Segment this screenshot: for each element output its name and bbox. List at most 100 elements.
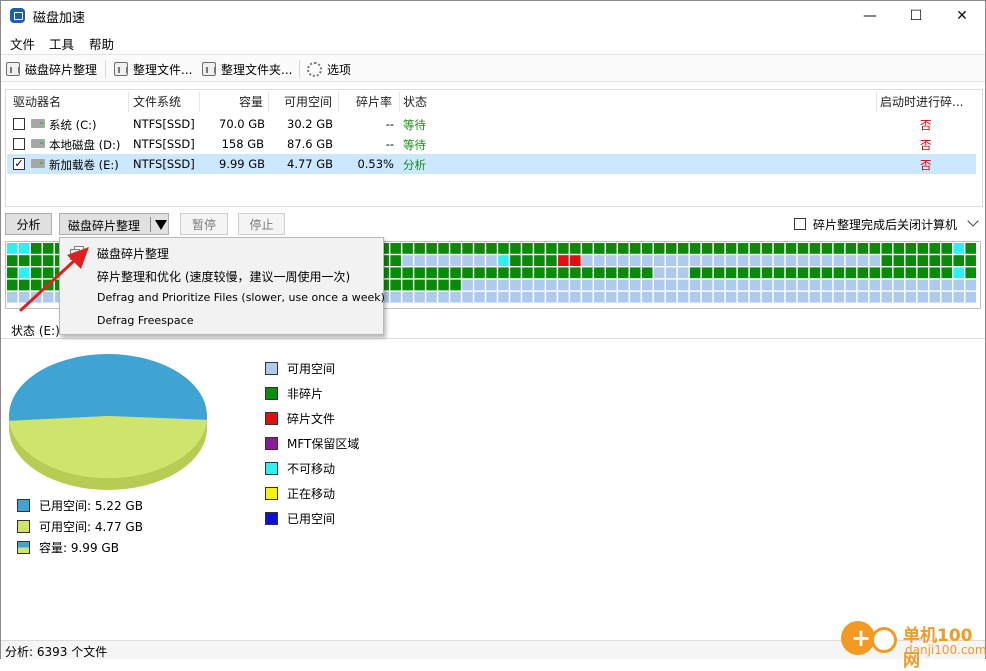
drive-boot[interactable]: 否 [920,157,932,173]
disk-block [677,267,689,279]
disk-block [546,255,557,266]
col-header-capacity[interactable]: 容量 [239,90,263,114]
legend-label: 容量: 9.99 GB [39,540,119,555]
disk-block [761,279,773,291]
drive-capacity: 9.99 GB [219,157,266,171]
toolbar-defrag-file-button[interactable]: 整理文件... [114,59,192,79]
dropdown-arrow-icon[interactable] [155,220,167,230]
toolbar-options-button[interactable]: 选项 [307,59,351,79]
disk-block [582,291,593,303]
disk-block [929,291,941,303]
dropdown-item-defrag-optimize[interactable]: 碎片整理和优化 (速度较慢，建议一周使用一次) [97,268,350,285]
title-bar[interactable]: 磁盘加速 — ☐ ✕ [1,1,985,31]
disk-block [785,255,797,266]
disk-block [474,243,485,254]
disk-block [797,243,809,254]
col-divider[interactable] [876,92,877,112]
disk-block [665,267,677,279]
legend-label: 已用空间: 5.22 GB [39,498,143,513]
dropdown-item-defrag[interactable]: 磁盘碎片整理 [97,245,169,262]
col-divider[interactable] [199,92,200,112]
disk-block [426,267,437,279]
disk-block [905,291,917,303]
row-checkbox[interactable] [13,118,25,130]
disk-block [833,279,845,291]
disk-block [582,243,593,254]
drive-capacity: 70.0 GB [219,117,266,131]
disk-block [414,243,425,254]
shutdown-checkbox[interactable] [794,218,806,230]
col-divider[interactable] [128,92,129,112]
menu-help[interactable]: 帮助 [89,34,114,53]
col-header-status[interactable]: 状态 [403,90,427,114]
toolbar-defrag-folder-button[interactable]: 整理文件夹... [202,59,292,79]
table-row-selected[interactable]: ✓ 新加载卷 (E:) NTFS[SSD] 9.99 GB 4.77 GB 0.… [7,154,976,174]
legend-swatch [17,540,30,554]
chevron-down-icon[interactable] [967,215,979,227]
drive-status: 等待 [403,118,426,132]
disk-block [558,291,569,303]
defrag-icon [6,62,20,76]
col-header-fs[interactable]: 文件系统 [133,90,181,114]
disk-block [737,243,749,254]
close-button[interactable]: ✕ [939,1,985,31]
disk-block [665,291,677,303]
disk-block [546,291,557,303]
disk-block [558,279,569,291]
disk-block [725,267,737,279]
defrag-split-button[interactable]: 磁盘碎片整理 [59,213,169,235]
drive-boot[interactable]: 否 [920,117,932,133]
col-header-free[interactable]: 可用空间 [284,90,332,114]
disk-block [606,279,617,291]
col-divider[interactable] [399,92,400,112]
defrag-folder-icon [202,62,216,76]
legend-swatch [265,486,278,500]
drive-frag: 0.53% [357,157,394,171]
disk-block [857,243,869,254]
disk-block [953,243,964,254]
col-header-frag[interactable]: 碎片率 [356,90,392,114]
row-checkbox-checked[interactable]: ✓ [13,158,25,170]
disk-block [629,267,641,279]
table-row[interactable]: 本地磁盘 (D:) NTFS[SSD] 158 GB 87.6 GB -- 等待… [7,134,976,154]
disk-block [617,255,629,266]
minimize-button[interactable]: — [847,1,893,31]
disk-block [773,267,785,279]
annotation-arrow [19,247,89,312]
disk-block [486,243,497,254]
status-bar: 分析: 6393 个文件 [1,640,985,659]
disk-block [402,267,413,279]
tab-status[interactable]: 状态 (E:) [11,322,60,339]
disk-block [941,279,953,291]
col-divider[interactable] [338,92,339,112]
disk-block [689,255,701,266]
defrag-mode-dropdown: 磁盘碎片整理 碎片整理和优化 (速度较慢，建议一周使用一次) Defrag an… [59,237,385,335]
maximize-button[interactable]: ☐ [893,1,939,31]
dropdown-item-defrag-freespace[interactable]: Defrag Freespace [97,314,193,327]
disk-block [869,255,881,266]
disk-block [701,267,713,279]
menu-tools[interactable]: 工具 [49,34,74,53]
dropdown-item-defrag-prioritize[interactable]: Defrag and Prioritize Files (slower, use… [97,291,385,304]
disk-block [893,291,905,303]
drive-table: 驱动器名 文件系统 容量 可用空间 碎片率 状态 启动时进行碎... 系统 (C… [5,89,983,207]
analyze-button[interactable]: 分析 [5,213,52,235]
shutdown-after-option[interactable]: 碎片整理完成后关闭计算机 [794,216,957,232]
row-checkbox[interactable] [13,138,25,150]
table-row[interactable]: 系统 (C:) NTFS[SSD] 70.0 GB 30.2 GB -- 等待 … [7,114,976,134]
disk-block [629,279,641,291]
toolbar-defrag-button[interactable]: 磁盘碎片整理 [6,59,97,79]
stop-button[interactable]: 停止 [238,213,285,235]
col-header-boot[interactable]: 启动时进行碎... [880,90,963,114]
col-divider[interactable] [268,92,269,112]
legend-label: 可用空间 [287,361,336,376]
disk-block [845,243,857,254]
disk-block [689,291,701,303]
disk-block [809,243,821,254]
disk-block [522,279,533,291]
menu-file[interactable]: 文件 [10,34,35,53]
col-header-drive[interactable]: 驱动器名 [13,90,61,114]
drive-name: 系统 (C:) [49,118,97,132]
pause-button[interactable]: 暂停 [180,213,228,235]
drive-boot[interactable]: 否 [920,137,932,153]
